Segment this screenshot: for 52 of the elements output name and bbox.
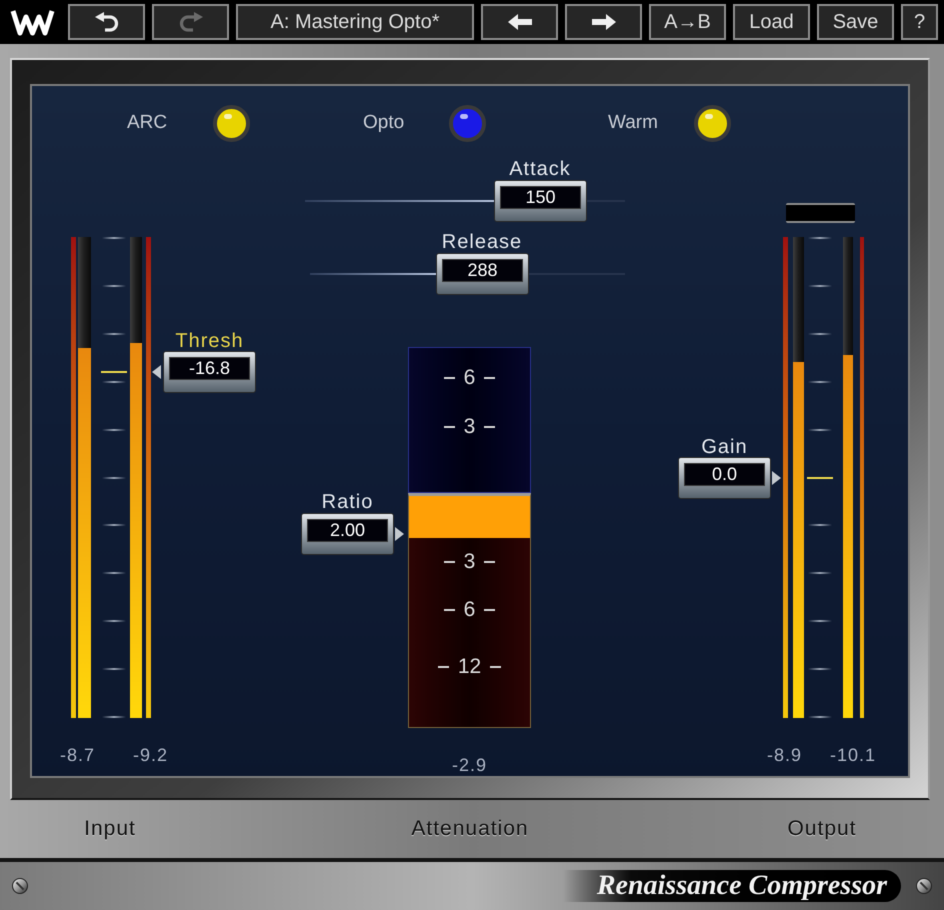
pointer-icon <box>772 471 781 485</box>
right-arrow-icon <box>592 14 616 30</box>
led-label: Warm <box>608 112 658 134</box>
scale-number: 6 <box>464 599 476 621</box>
screw-icon <box>916 878 932 894</box>
led-button[interactable] <box>213 105 250 142</box>
scale-number: 12 <box>458 656 482 678</box>
pointer-icon <box>152 365 161 379</box>
next-button[interactable] <box>565 4 642 40</box>
led-label: ARC <box>127 112 168 134</box>
slider-track[interactable]: 150 <box>305 180 625 222</box>
threshold-label: Thresh <box>175 331 244 351</box>
ratio-value-box[interactable]: 2.00 <box>301 513 394 555</box>
section-label: Attenuation <box>411 816 529 842</box>
preset-button[interactable]: A: Mastering Opto* <box>236 4 474 40</box>
clip-indicator[interactable] <box>786 203 855 223</box>
gain-value-box[interactable]: 0.0 <box>678 457 771 499</box>
section-label: Input <box>84 816 136 842</box>
slider-thumb[interactable]: 150 <box>494 180 587 222</box>
gain-label: Gain <box>701 437 748 457</box>
pointer-icon <box>395 527 404 541</box>
led-label: Opto <box>363 112 404 134</box>
meter-reading: -9.2 <box>133 745 168 765</box>
toolbar-button[interactable]: Save <box>817 4 894 40</box>
threshold-value-box[interactable]: -16.8 <box>163 351 256 393</box>
section-label: Output <box>787 816 857 842</box>
scale-number: 3 <box>464 551 476 573</box>
left-arrow-icon <box>508 14 532 30</box>
curved-arrow-icon <box>178 12 204 32</box>
led-button[interactable] <box>449 105 486 142</box>
toolbar-button[interactable]: Load <box>733 4 810 40</box>
curved-arrow-icon <box>94 12 120 32</box>
slider-label: Attack <box>509 159 571 180</box>
scale-number: 3 <box>464 416 476 438</box>
slider-label: Release <box>442 232 522 253</box>
scale-number: 6 <box>464 367 476 389</box>
screw-icon <box>12 878 28 894</box>
toolbar-button[interactable]: ? <box>901 4 938 40</box>
gain-marker[interactable] <box>807 477 833 479</box>
previous-button[interactable] <box>481 4 558 40</box>
product-name: Renaissance Compressor <box>562 870 901 902</box>
toolbar-button[interactable]: A→B <box>649 4 726 40</box>
slider-track[interactable]: 288 <box>310 253 625 295</box>
meter-reading: -10.1 <box>830 745 876 765</box>
meter-reading: -8.9 <box>767 745 802 765</box>
threshold-marker[interactable] <box>101 371 127 373</box>
ratio-label: Ratio <box>322 492 374 513</box>
meter-reading: -8.7 <box>60 745 96 765</box>
undo-button[interactable] <box>68 4 145 40</box>
slider-thumb[interactable]: 288 <box>436 253 529 295</box>
led-button[interactable] <box>694 105 731 142</box>
meter-reading: -2.9 <box>452 755 488 775</box>
